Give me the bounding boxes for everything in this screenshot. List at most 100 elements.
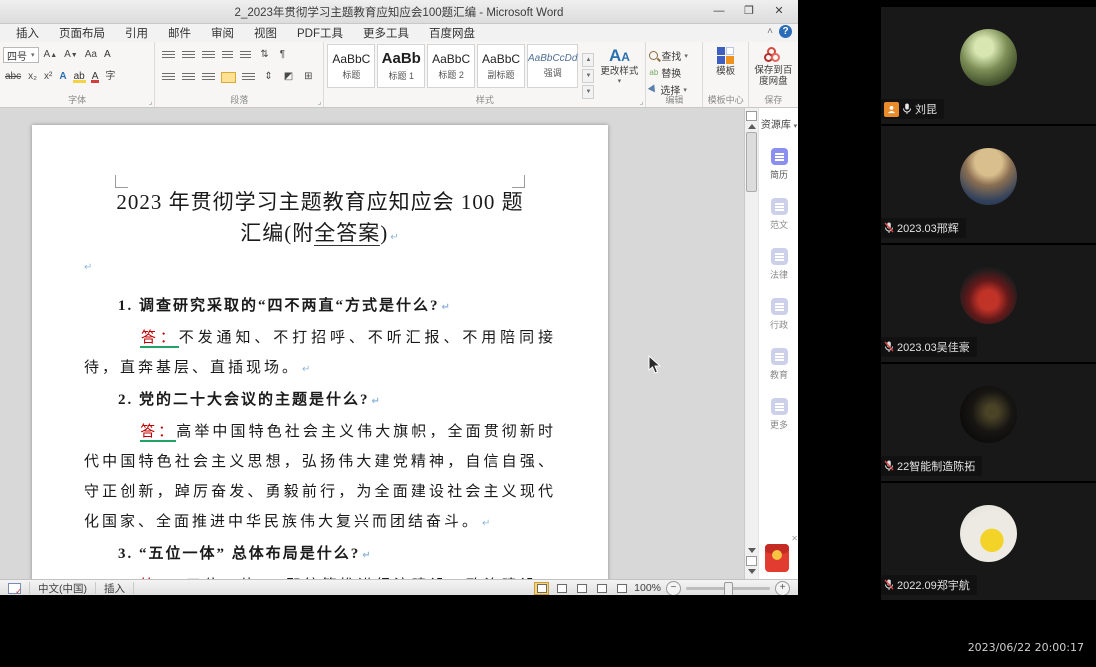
gallery-up-icon[interactable]: ▲ [582,53,594,67]
justify-button[interactable] [222,73,235,82]
resource-item-sample-docs[interactable]: 范文 [759,198,798,231]
replace-button[interactable]: ab 替换 [649,65,699,80]
window-title: 2_2023年贯彻学习主题教育应知应会100题汇编 - Microsoft Wo… [0,4,798,20]
outline-view-button[interactable] [594,582,609,595]
baidu-pan-icon [764,47,782,63]
style-emphasis[interactable]: AaBbCcDd 强调 [527,44,578,88]
increase-indent-button[interactable] [240,51,251,60]
enclose-character-button[interactable]: 字 [103,71,117,83]
ribbon-tab-row: 插入 页面布局 引用 邮件 审阅 视图 PDF工具 更多工具 百度网盘 [0,24,798,42]
avatar [960,386,1017,443]
tab-mailings[interactable]: 邮件 [158,24,201,42]
mic-muted-icon [884,341,894,353]
language-status[interactable]: 中文(中国) [30,582,96,594]
grow-font-button[interactable]: A▲ [42,49,60,61]
tab-page-layout[interactable]: 页面布局 [49,24,115,42]
tab-view[interactable]: 视图 [244,24,287,42]
char-border-button[interactable]: A [102,50,113,60]
decrease-indent-button[interactable] [222,51,233,60]
chevron-down-icon: ▾ [618,77,622,85]
text-effects-button[interactable]: A [57,72,68,82]
fullscreen-view-button[interactable] [554,582,569,595]
multilevel-list-button[interactable] [202,51,215,60]
resource-item-resume[interactable]: 简历 [759,148,798,181]
web-layout-view-button[interactable] [574,582,589,595]
style-heading1[interactable]: AaBb 标题 1 [377,44,425,88]
chevron-down-icon: ▾ [794,123,798,130]
show-marks-button[interactable]: ¶ [278,49,287,61]
align-left-button[interactable] [162,73,175,82]
zoom-out-button[interactable]: − [666,581,681,596]
resume-icon [771,148,788,165]
participant-tile[interactable]: 2023.03吴佳豪 [881,245,1096,362]
document-page[interactable]: 2023 年贯彻学习主题教育应知应会 100 题 汇编(附全答案)↵ ↵ 1. … [32,125,608,579]
vertical-scrollbar[interactable] [744,108,759,579]
resource-item-legal[interactable]: 法律 [759,248,798,281]
shrink-font-button[interactable]: A▼ [62,49,80,61]
gallery-down-icon[interactable]: ▼ [582,69,594,83]
maximize-button[interactable]: ❐ [734,1,764,20]
resource-panel-title[interactable]: 资源库 ▾ [759,116,798,131]
numbering-button[interactable] [182,51,195,60]
align-right-button[interactable] [202,73,215,82]
dialog-launcher-icon[interactable]: ⌟ [640,97,644,106]
participant-tile[interactable]: 刘昆 [881,7,1096,124]
mic-icon [902,103,912,115]
tab-insert[interactable]: 插入 [6,24,49,42]
close-icon[interactable]: ✕ [791,534,798,543]
tab-pdf-tools[interactable]: PDF工具 [287,24,353,42]
zoom-in-button[interactable]: + [775,581,790,596]
zoom-slider[interactable] [686,587,770,590]
tab-more-tools[interactable]: 更多工具 [353,24,419,42]
align-center-button[interactable] [182,73,195,82]
tab-review[interactable]: 审阅 [201,24,244,42]
dialog-launcher-icon[interactable]: ⌟ [149,97,153,106]
line-spacing-button[interactable]: ⇕ [262,71,274,83]
participant-tile[interactable]: 2023.03邢辉 [881,126,1096,243]
dialog-launcher-icon[interactable]: ⌟ [318,97,322,106]
zoom-level[interactable]: 100% [634,582,661,594]
resource-item-admin[interactable]: 行政 [759,298,798,331]
scroll-down-icon[interactable] [748,548,756,553]
tab-baidu-pan[interactable]: 百度网盘 [419,24,485,42]
sort-button[interactable]: ⇅ [258,49,270,61]
tab-references[interactable]: 引用 [115,24,158,42]
red-envelope-icon[interactable] [765,544,789,572]
style-heading2[interactable]: AaBbC 标题 2 [427,44,475,88]
print-layout-view-button[interactable] [534,582,549,595]
help-icon[interactable]: ? [779,25,792,38]
minimize-button[interactable]: — [704,1,734,20]
strikethrough-button[interactable]: abc [3,71,23,83]
close-button[interactable]: ✕ [764,1,794,20]
next-page-icon[interactable] [748,569,756,574]
distribute-button[interactable] [242,73,255,82]
style-subtitle[interactable]: AaBbC 副标题 [477,44,525,88]
font-size-box[interactable]: 四号▾ [3,47,39,63]
shading-button[interactable]: ◩ [282,71,295,83]
superscript-button[interactable]: x² [42,71,54,83]
change-case-button[interactable]: Aa [83,49,99,61]
draft-view-button[interactable] [614,582,629,595]
font-color-button[interactable]: A [90,72,101,82]
zoom-slider-thumb[interactable] [724,582,733,596]
participant-tile[interactable]: 2022.09郑宇航 [881,483,1096,600]
spellcheck-status[interactable] [0,582,30,594]
editing-group: 查找▾ ab 替换 选择▾ 编辑 [646,42,703,107]
resource-item-more[interactable]: 更多 [759,398,798,431]
participant-tile[interactable]: 22智能制造陈拓 [881,364,1096,481]
find-button[interactable]: 查找▾ [649,48,699,63]
title-bar[interactable]: 2_2023年贯彻学习主题教育应知应会100题汇编 - Microsoft Wo… [0,0,798,24]
insert-mode-status[interactable]: 插入 [96,582,134,594]
browse-object-icon[interactable] [746,556,757,566]
bullets-button[interactable] [162,51,175,60]
resource-item-education[interactable]: 教育 [759,348,798,381]
collapse-ribbon-icon[interactable]: ˄ [767,26,773,37]
style-title[interactable]: AaBbC 标题 [327,44,375,88]
borders-button[interactable]: ⊞ [302,71,314,83]
scrollbar-thumb[interactable] [746,132,757,192]
highlight-color-button[interactable]: ab [72,72,87,82]
document-area[interactable]: 2023 年贯彻学习主题教育应知应会 100 题 汇编(附全答案)↵ ↵ 1. … [0,108,744,579]
subscript-button[interactable]: x₂ [26,71,39,83]
ruler-toggle-icon[interactable] [746,111,757,121]
scroll-up-icon[interactable] [748,124,756,129]
